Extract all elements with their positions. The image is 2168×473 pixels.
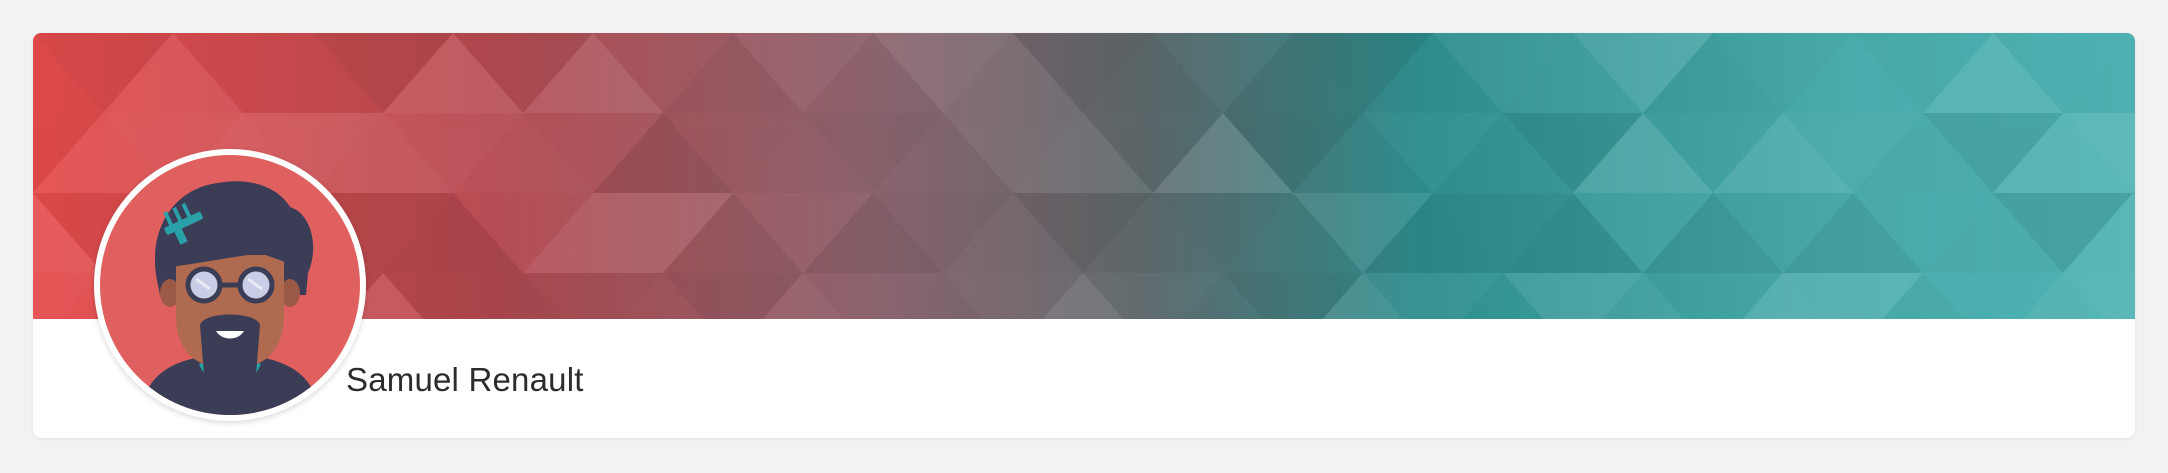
user-name[interactable]: Samuel Renault (346, 363, 584, 396)
avatar-icon (100, 155, 360, 415)
profile-card: Samuel Renault (33, 33, 2135, 438)
avatar[interactable] (94, 149, 366, 421)
